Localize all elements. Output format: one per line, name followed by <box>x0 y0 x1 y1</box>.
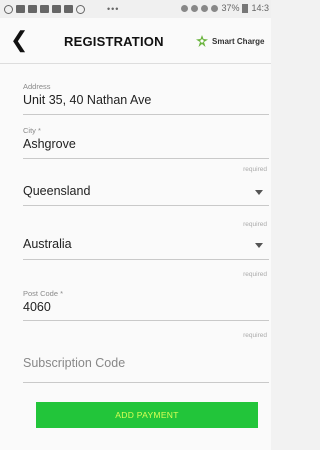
add-payment-button[interactable]: ADD PAYMENT <box>36 402 258 428</box>
registration-screen: ••• 37% 14:3 ❮ REGISTRATION Smart Charge… <box>0 0 271 450</box>
address-underline <box>23 114 269 115</box>
state-underline <box>23 205 269 206</box>
notification-icon <box>40 5 49 13</box>
battery-icon <box>242 3 249 13</box>
location-icon <box>181 4 189 12</box>
app-header: ❮ REGISTRATION Smart Charge <box>0 24 271 60</box>
battery-percent: 37% <box>221 3 240 13</box>
postcode-underline <box>23 320 269 321</box>
city-underline <box>23 158 269 159</box>
postcode-label: Post Code * <box>23 289 64 298</box>
status-right: 37% 14:3 <box>181 3 269 13</box>
country-select[interactable]: required Australia <box>23 219 269 259</box>
address-field[interactable]: Address Unit 35, 40 Nathan Ave <box>23 82 269 107</box>
app-icon <box>76 4 85 14</box>
smart-charge-logo-icon <box>196 35 208 47</box>
logo-text: Smart Charge <box>212 36 265 46</box>
notification-icon <box>28 5 37 13</box>
mute-icon <box>191 4 199 12</box>
postcode-field[interactable]: required Post Code * 4060 <box>23 271 269 321</box>
dropdown-caret-icon[interactable] <box>255 243 263 248</box>
subscription-field[interactable]: required Subscription Code <box>23 332 269 382</box>
notification-icon <box>64 5 73 13</box>
country-underline <box>23 259 269 260</box>
wifi-icon <box>201 4 209 12</box>
dropdown-caret-icon[interactable] <box>255 190 263 195</box>
city-field[interactable]: City * Ashgrove <box>23 126 269 151</box>
address-label: Address <box>23 82 51 91</box>
brand-logo: Smart Charge <box>196 35 264 47</box>
city-value[interactable]: Ashgrove <box>23 137 269 151</box>
address-value[interactable]: Unit 35, 40 Nathan Ave <box>23 93 269 107</box>
page-title: REGISTRATION <box>64 34 164 49</box>
city-label: City * <box>23 126 41 135</box>
postcode-group: Post Code * 4060 <box>23 289 63 314</box>
notification-icon <box>16 5 25 13</box>
state-select[interactable]: required Queensland <box>23 164 269 204</box>
postcode-required: required <box>243 271 267 278</box>
notification-icon <box>52 5 61 13</box>
notification-icons <box>4 4 85 14</box>
subscription-placeholder[interactable]: Subscription Code <box>23 356 125 370</box>
subscription-required: required <box>243 332 267 339</box>
clock: 14:3 <box>251 3 269 13</box>
state-value[interactable]: Queensland <box>23 184 90 198</box>
subscription-underline <box>23 382 269 383</box>
more-notifications: ••• <box>107 4 120 14</box>
country-required: required <box>243 221 267 228</box>
whatsapp-icon <box>4 4 13 14</box>
postcode-value[interactable]: 4060 <box>23 300 63 314</box>
signal-icon <box>211 4 219 12</box>
status-bar: ••• 37% 14:3 <box>0 0 271 18</box>
country-value[interactable]: Australia <box>23 237 72 251</box>
header-divider <box>0 63 271 64</box>
back-chevron-icon[interactable]: ❮ <box>10 29 28 51</box>
state-required: required <box>243 166 267 173</box>
